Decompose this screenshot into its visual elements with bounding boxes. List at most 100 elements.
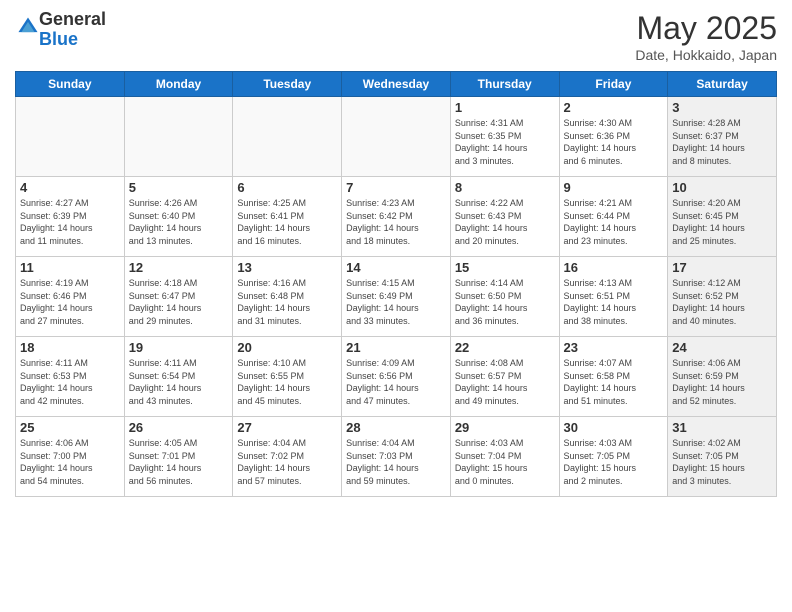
calendar-cell: 2 Sunrise: 4:30 AM Sunset: 6:36 PM Daylig… [559, 97, 668, 177]
col-monday: Monday [124, 72, 233, 97]
day-info: Sunrise: 4:03 AM Sunset: 7:04 PM Dayligh… [455, 437, 555, 487]
day-info: Sunrise: 4:08 AM Sunset: 6:57 PM Dayligh… [455, 357, 555, 407]
day-number: 21 [346, 340, 446, 355]
day-number: 9 [564, 180, 664, 195]
calendar-week-4: 25 Sunrise: 4:06 AM Sunset: 7:00 PM Dayli… [16, 417, 777, 497]
calendar-cell: 31Sunrise: 4:02 AM Sunset: 7:05 PM Dayli… [668, 417, 777, 497]
day-info: Sunrise: 4:31 AM Sunset: 6:35 PM Dayligh… [455, 117, 555, 167]
calendar-cell: 26Sunrise: 4:05 AM Sunset: 7:01 PM Dayli… [124, 417, 233, 497]
day-number: 18 [20, 340, 120, 355]
day-info: Sunrise: 4:06 AM Sunset: 6:59 PM Dayligh… [672, 357, 772, 407]
col-thursday: Thursday [450, 72, 559, 97]
day-number: 6 [237, 180, 337, 195]
col-saturday: Saturday [668, 72, 777, 97]
calendar-cell: 11 Sunrise: 4:19 AM Sunset: 6:46 PM Dayli… [16, 257, 125, 337]
calendar-cell: 14Sunrise: 4:15 AM Sunset: 6:49 PM Dayli… [342, 257, 451, 337]
logo: General Blue [15, 10, 106, 50]
calendar-cell [233, 97, 342, 177]
calendar-cell: 1 Sunrise: 4:31 AM Sunset: 6:35 PM Daylig… [450, 97, 559, 177]
day-info: Sunrise: 4:03 AM Sunset: 7:05 PM Dayligh… [564, 437, 664, 487]
day-number: 3 [672, 100, 772, 115]
calendar-cell: 3 Sunrise: 4:28 AM Sunset: 6:37 PM Daylig… [668, 97, 777, 177]
day-info: Sunrise: 4:15 AM Sunset: 6:49 PM Dayligh… [346, 277, 446, 327]
day-info: Sunrise: 4:30 AM Sunset: 6:36 PM Dayligh… [564, 117, 664, 167]
main-title: May 2025 [635, 10, 777, 47]
day-info: Sunrise: 4:23 AM Sunset: 6:42 PM Dayligh… [346, 197, 446, 247]
calendar-cell: 28 Sunrise: 4:04 AM Sunset: 7:03 PM Dayli… [342, 417, 451, 497]
day-info: Sunrise: 4:26 AM Sunset: 6:40 PM Dayligh… [129, 197, 229, 247]
day-info: Sunrise: 4:04 AM Sunset: 7:03 PM Dayligh… [346, 437, 446, 487]
day-info: Sunrise: 4:09 AM Sunset: 6:56 PM Dayligh… [346, 357, 446, 407]
calendar-cell: 18 Sunrise: 4:11 AM Sunset: 6:53 PM Dayli… [16, 337, 125, 417]
day-number: 8 [455, 180, 555, 195]
day-number: 30 [564, 420, 664, 435]
day-info: Sunrise: 4:02 AM Sunset: 7:05 PM Dayligh… [672, 437, 772, 487]
calendar-week-2: 11 Sunrise: 4:19 AM Sunset: 6:46 PM Dayli… [16, 257, 777, 337]
page: General Blue May 2025 Date, Hokkaido, Ja… [0, 0, 792, 612]
day-info: Sunrise: 4:16 AM Sunset: 6:48 PM Dayligh… [237, 277, 337, 327]
day-number: 25 [20, 420, 120, 435]
day-number: 11 [20, 260, 120, 275]
logo-icon [17, 16, 39, 38]
day-info: Sunrise: 4:25 AM Sunset: 6:41 PM Dayligh… [237, 197, 337, 247]
calendar-cell: 19 Sunrise: 4:11 AM Sunset: 6:54 PM Dayli… [124, 337, 233, 417]
calendar-cell: 25 Sunrise: 4:06 AM Sunset: 7:00 PM Dayli… [16, 417, 125, 497]
day-number: 12 [129, 260, 229, 275]
calendar-header-row: Sunday Monday Tuesday Wednesday Thursday… [16, 72, 777, 97]
day-info: Sunrise: 4:07 AM Sunset: 6:58 PM Dayligh… [564, 357, 664, 407]
day-info: Sunrise: 4:06 AM Sunset: 7:00 PM Dayligh… [20, 437, 120, 487]
day-info: Sunrise: 4:18 AM Sunset: 6:47 PM Dayligh… [129, 277, 229, 327]
calendar-cell: 13Sunrise: 4:16 AM Sunset: 6:48 PM Dayli… [233, 257, 342, 337]
calendar-cell: 8Sunrise: 4:22 AM Sunset: 6:43 PM Daylig… [450, 177, 559, 257]
day-info: Sunrise: 4:19 AM Sunset: 6:46 PM Dayligh… [20, 277, 120, 327]
logo-blue-text: Blue [39, 29, 78, 49]
day-info: Sunrise: 4:14 AM Sunset: 6:50 PM Dayligh… [455, 277, 555, 327]
day-info: Sunrise: 4:10 AM Sunset: 6:55 PM Dayligh… [237, 357, 337, 407]
day-number: 23 [564, 340, 664, 355]
day-info: Sunrise: 4:20 AM Sunset: 6:45 PM Dayligh… [672, 197, 772, 247]
calendar-cell: 6 Sunrise: 4:25 AM Sunset: 6:41 PM Daylig… [233, 177, 342, 257]
day-number: 24 [672, 340, 772, 355]
day-number: 10 [672, 180, 772, 195]
calendar-cell: 20 Sunrise: 4:10 AM Sunset: 6:55 PM Dayli… [233, 337, 342, 417]
day-number: 20 [237, 340, 337, 355]
sub-title: Date, Hokkaido, Japan [635, 47, 777, 63]
day-number: 7 [346, 180, 446, 195]
day-number: 19 [129, 340, 229, 355]
day-number: 17 [672, 260, 772, 275]
day-info: Sunrise: 4:05 AM Sunset: 7:01 PM Dayligh… [129, 437, 229, 487]
calendar-cell [16, 97, 125, 177]
calendar-week-1: 4 Sunrise: 4:27 AM Sunset: 6:39 PM Daylig… [16, 177, 777, 257]
calendar-cell: 5 Sunrise: 4:26 AM Sunset: 6:40 PM Daylig… [124, 177, 233, 257]
header: General Blue May 2025 Date, Hokkaido, Ja… [15, 10, 777, 63]
calendar-week-0: 1 Sunrise: 4:31 AM Sunset: 6:35 PM Daylig… [16, 97, 777, 177]
col-friday: Friday [559, 72, 668, 97]
day-info: Sunrise: 4:21 AM Sunset: 6:44 PM Dayligh… [564, 197, 664, 247]
calendar-cell: 9 Sunrise: 4:21 AM Sunset: 6:44 PM Daylig… [559, 177, 668, 257]
day-info: Sunrise: 4:11 AM Sunset: 6:54 PM Dayligh… [129, 357, 229, 407]
calendar-cell: 23 Sunrise: 4:07 AM Sunset: 6:58 PM Dayli… [559, 337, 668, 417]
calendar-cell [124, 97, 233, 177]
day-number: 4 [20, 180, 120, 195]
col-tuesday: Tuesday [233, 72, 342, 97]
calendar-cell: 21 Sunrise: 4:09 AM Sunset: 6:56 PM Dayli… [342, 337, 451, 417]
day-number: 5 [129, 180, 229, 195]
day-info: Sunrise: 4:27 AM Sunset: 6:39 PM Dayligh… [20, 197, 120, 247]
calendar-cell: 12 Sunrise: 4:18 AM Sunset: 6:47 PM Dayli… [124, 257, 233, 337]
calendar-cell: 4 Sunrise: 4:27 AM Sunset: 6:39 PM Daylig… [16, 177, 125, 257]
day-number: 28 [346, 420, 446, 435]
day-number: 29 [455, 420, 555, 435]
calendar-cell: 10 Sunrise: 4:20 AM Sunset: 6:45 PM Dayli… [668, 177, 777, 257]
day-info: Sunrise: 4:11 AM Sunset: 6:53 PM Dayligh… [20, 357, 120, 407]
day-number: 2 [564, 100, 664, 115]
calendar-week-3: 18 Sunrise: 4:11 AM Sunset: 6:53 PM Dayli… [16, 337, 777, 417]
day-number: 1 [455, 100, 555, 115]
day-number: 22 [455, 340, 555, 355]
calendar-cell: 17Sunrise: 4:12 AM Sunset: 6:52 PM Dayli… [668, 257, 777, 337]
calendar-cell: 27Sunrise: 4:04 AM Sunset: 7:02 PM Dayli… [233, 417, 342, 497]
calendar-cell [342, 97, 451, 177]
day-info: Sunrise: 4:28 AM Sunset: 6:37 PM Dayligh… [672, 117, 772, 167]
day-info: Sunrise: 4:13 AM Sunset: 6:51 PM Dayligh… [564, 277, 664, 327]
title-area: May 2025 Date, Hokkaido, Japan [635, 10, 777, 63]
calendar-table: Sunday Monday Tuesday Wednesday Thursday… [15, 71, 777, 497]
